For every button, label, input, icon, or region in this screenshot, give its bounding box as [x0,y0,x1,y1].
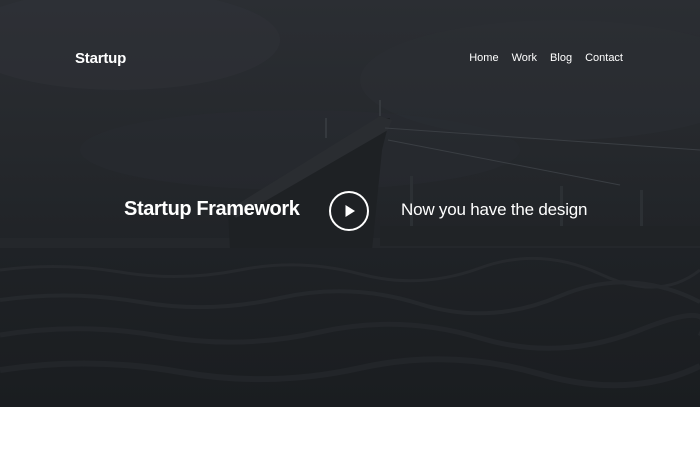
brand-logo[interactable]: Startup [75,50,126,67]
hero-tagline: Now you have the design [401,200,588,219]
hero-section: Startup Home Work Blog Contact Startup F… [0,0,700,407]
nav-link-blog[interactable]: Blog [550,52,572,64]
content-area [0,407,700,450]
hero-headline: Startup Framework [124,198,300,220]
play-button[interactable] [329,191,369,231]
nav-link-contact[interactable]: Contact [585,52,623,64]
nav-link-work[interactable]: Work [512,52,537,64]
nav-link-home[interactable]: Home [469,52,498,64]
play-icon [345,205,355,217]
hero-content: Startup Framework Now you have the desig… [0,190,700,232]
main-nav: Home Work Blog Contact [469,52,623,64]
site-header: Startup Home Work Blog Contact [0,0,700,110]
